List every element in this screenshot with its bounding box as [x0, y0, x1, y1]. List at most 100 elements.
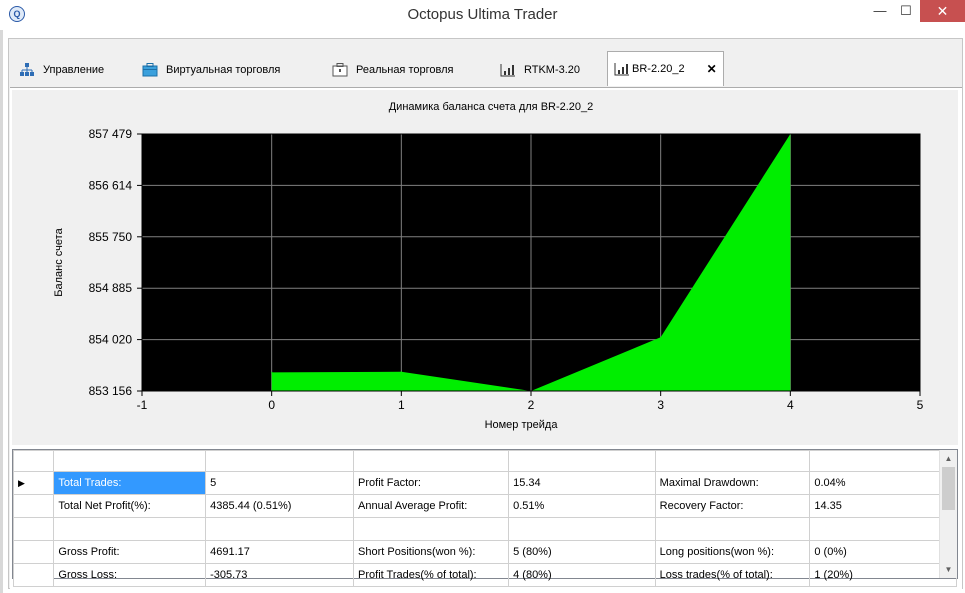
balance-chart: Динамика баланса счета для BR-2.20_2 -1 0 1… — [12, 90, 958, 445]
stat-value-cell[interactable] — [205, 517, 355, 541]
column-header[interactable] — [654, 450, 811, 472]
grid-header-row — [12, 450, 957, 472]
stat-label-cell[interactable]: Short Positions(won %): — [353, 540, 510, 564]
scroll-up-icon[interactable]: ▲ — [940, 450, 957, 467]
stat-label-cell[interactable]: Gross Profit: — [53, 540, 207, 564]
data-point — [660, 336, 662, 338]
x-tick-label: 2 — [528, 398, 535, 412]
stat-value-cell[interactable] — [809, 517, 957, 541]
stat-value-cell[interactable]: 15.34 — [508, 471, 656, 495]
data-point — [400, 371, 402, 373]
stat-label-cell[interactable]: Total Net Profit(%): — [53, 494, 207, 518]
tab-rtkm[interactable]: RTKM-3.20 — [500, 55, 580, 85]
tab-br-2-20-2[interactable]: BR-2.20_2 ✕ — [607, 51, 724, 86]
row-header[interactable] — [12, 563, 55, 587]
tab-virtual-trading[interactable]: Виртуальная торговля — [142, 55, 280, 85]
y-tick-label: 857 479 — [89, 127, 133, 141]
tab-strip: Управление Виртуальная торговля Реальная… — [9, 51, 962, 87]
x-tick-label: 1 — [398, 398, 405, 412]
x-tick-label: -1 — [137, 398, 148, 412]
left-border — [0, 30, 3, 593]
stat-value-cell[interactable]: 14.35 — [809, 494, 957, 518]
row-header[interactable]: ▶ — [12, 471, 55, 495]
stat-value-cell[interactable] — [508, 517, 656, 541]
column-header[interactable] — [53, 450, 207, 472]
stat-label-cell[interactable]: Profit Factor: — [353, 471, 510, 495]
row-header[interactable] — [12, 517, 55, 541]
stat-label-cell[interactable]: Maximal Drawdown: — [654, 471, 811, 495]
chart-title: Динамика баланса счета для BR-2.20_2 — [389, 101, 594, 113]
stat-label-cell[interactable]: Recovery Factor: — [654, 494, 811, 518]
tab-label: Реальная торговля — [356, 64, 454, 76]
case-icon — [332, 63, 348, 77]
stat-label-cell[interactable]: Total Trades: — [53, 471, 207, 495]
scroll-down-icon[interactable]: ▼ — [940, 561, 957, 578]
tab-label: Управление — [43, 64, 105, 76]
y-tick-label: 854 020 — [89, 333, 133, 347]
tab-label: Виртуальная торговля — [166, 64, 281, 76]
y-tick-label: 855 750 — [89, 230, 133, 244]
tab-real-trading[interactable]: Реальная торговля — [332, 55, 453, 85]
column-header[interactable] — [205, 450, 355, 472]
vertical-scrollbar[interactable]: ▲ ▼ — [939, 450, 957, 578]
y-tick-label: 854 885 — [89, 281, 133, 295]
stat-value-cell[interactable]: 0 (0%) — [809, 540, 957, 564]
briefcase-icon — [142, 63, 158, 77]
x-tick-label: 0 — [268, 398, 275, 412]
y-tick-label: 853 156 — [89, 384, 133, 398]
title-bar: Q Octopus Ultima Trader — ☐ ✕ — [0, 0, 965, 30]
row-header[interactable] — [12, 540, 55, 564]
table-row[interactable]: Gross Profit: 4691.17 Short Positions(won … — [12, 540, 957, 564]
stat-label-cell[interactable]: Profit Trades(% of total): — [353, 563, 510, 587]
current-row-indicator-icon: ▶ — [18, 478, 25, 488]
table-row[interactable] — [12, 517, 957, 541]
stat-value-cell[interactable]: 4 (80%) — [508, 563, 656, 587]
stat-label-cell[interactable]: Long positions(won %): — [654, 540, 811, 564]
y-axis-label: Баланс счета — [53, 227, 65, 296]
chart-icon — [500, 63, 516, 77]
scroll-thumb[interactable] — [942, 467, 955, 510]
stat-label-cell[interactable] — [53, 517, 207, 541]
stats-table: ▶ Total Trades: 5 Profit Factor: 15.34 Maxima… — [12, 450, 957, 587]
stat-label-cell[interactable]: Gross Loss: — [53, 563, 207, 587]
chart-canvas: Динамика баланса счета для BR-2.20_2 -1 0 1… — [53, 101, 924, 431]
window-title: Octopus Ultima Trader — [407, 6, 558, 23]
row-header[interactable] — [12, 494, 55, 518]
column-header[interactable] — [508, 450, 656, 472]
stat-value-cell[interactable]: 5 — [205, 471, 355, 495]
data-point — [271, 371, 273, 373]
x-tick-label: 5 — [917, 398, 924, 412]
main-window-client: Управление Виртуальная торговля Реальная… — [8, 38, 963, 590]
grid-corner-header[interactable] — [12, 450, 55, 472]
stat-value-cell[interactable]: 0.51% — [508, 494, 656, 518]
stat-label-cell[interactable] — [654, 517, 811, 541]
chart-icon — [614, 62, 630, 76]
stats-grid: ▶ Total Trades: 5 Profit Factor: 15.34 Maxima… — [12, 449, 958, 587]
stat-value-cell[interactable]: 5 (80%) — [508, 540, 656, 564]
column-header[interactable] — [353, 450, 510, 472]
stat-value-cell[interactable]: 1 (20%) — [809, 563, 957, 587]
stat-value-cell[interactable]: 4385.44 (0.51%) — [205, 494, 355, 518]
tab-label: RTKM-3.20 — [524, 64, 581, 76]
stat-label-cell[interactable]: Annual Average Profit: — [353, 494, 510, 518]
tab-content-panel: Динамика баланса счета для BR-2.20_2 -1 0 1… — [10, 87, 962, 590]
y-tick-label: 856 614 — [89, 178, 133, 192]
network-icon — [19, 63, 35, 77]
table-row[interactable]: Gross Loss: -305.73 Profit Trades(% of tot… — [12, 563, 957, 587]
tab-management[interactable]: Управление — [19, 55, 104, 85]
tab-label: BR-2.20_2 — [632, 63, 685, 75]
stat-label-cell[interactable]: Loss trades(% of total): — [654, 563, 811, 587]
stat-label-cell[interactable] — [353, 517, 510, 541]
maximize-button[interactable]: ☐ — [892, 0, 920, 22]
x-tick-label: 4 — [787, 398, 794, 412]
close-tab-icon[interactable]: ✕ — [707, 62, 717, 76]
table-row[interactable]: ▶ Total Trades: 5 Profit Factor: 15.34 Maxima… — [12, 471, 957, 495]
table-row[interactable]: Total Net Profit(%): 4385.44 (0.51%) Annua… — [12, 494, 957, 518]
x-axis-label: Номер трейда — [485, 419, 559, 431]
column-header[interactable] — [809, 450, 957, 472]
stat-value-cell[interactable]: 4691.17 — [205, 540, 355, 564]
stat-value-cell[interactable]: 0.04% — [809, 471, 957, 495]
close-window-button[interactable]: ✕ — [920, 0, 965, 22]
stat-value-cell[interactable]: -305.73 — [205, 563, 355, 587]
x-tick-label: 3 — [657, 398, 664, 412]
